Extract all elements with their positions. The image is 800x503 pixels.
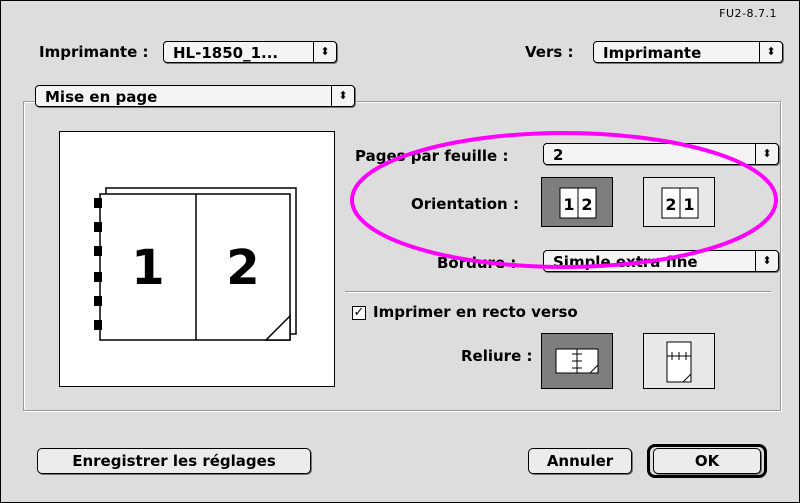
preview-pages-icon: 1 2 — [94, 187, 297, 341]
destination-popup[interactable]: Imprimante ⬍ — [593, 41, 783, 63]
popup-arrows-icon: ⬍ — [313, 42, 336, 62]
binding-long-edge-icon — [555, 348, 599, 374]
popup-arrows-icon: ⬍ — [759, 42, 782, 62]
layout-preview: 1 2 — [59, 131, 335, 387]
printer-label: Imprimante : — [39, 43, 149, 61]
destination-label: Vers : — [525, 43, 574, 61]
duplex-label: Imprimer en recto verso — [373, 303, 578, 321]
binding-long-edge-button[interactable] — [541, 333, 613, 389]
popup-arrows-icon: ⬍ — [331, 86, 354, 106]
binding-short-edge-button[interactable] — [643, 333, 715, 389]
preview-page-2: 2 — [226, 240, 259, 296]
preview-page-1: 1 — [131, 240, 164, 296]
duplex-checkbox[interactable]: ✓ — [352, 306, 366, 320]
divider — [345, 291, 771, 293]
highlight-ellipse — [350, 131, 778, 269]
save-settings-button[interactable]: Enregistrer les réglages — [37, 448, 311, 474]
ok-button[interactable]: OK — [653, 448, 761, 474]
destination-value: Imprimante — [603, 44, 702, 62]
cancel-button[interactable]: Annuler — [528, 448, 632, 474]
printer-popup[interactable]: HL-1850_1... ⬍ — [163, 41, 337, 63]
panel-popup[interactable]: Mise en page ⬍ — [35, 85, 355, 107]
binding-label: Reliure : — [461, 347, 533, 365]
print-dialog: FU2-8.7.1 Imprimante : HL-1850_1... ⬍ Ve… — [0, 0, 800, 503]
panel-value: Mise en page — [45, 88, 158, 106]
binding-short-edge-icon — [666, 341, 692, 383]
printer-value: HL-1850_1... — [173, 44, 279, 62]
version-label: FU2-8.7.1 — [719, 7, 777, 20]
